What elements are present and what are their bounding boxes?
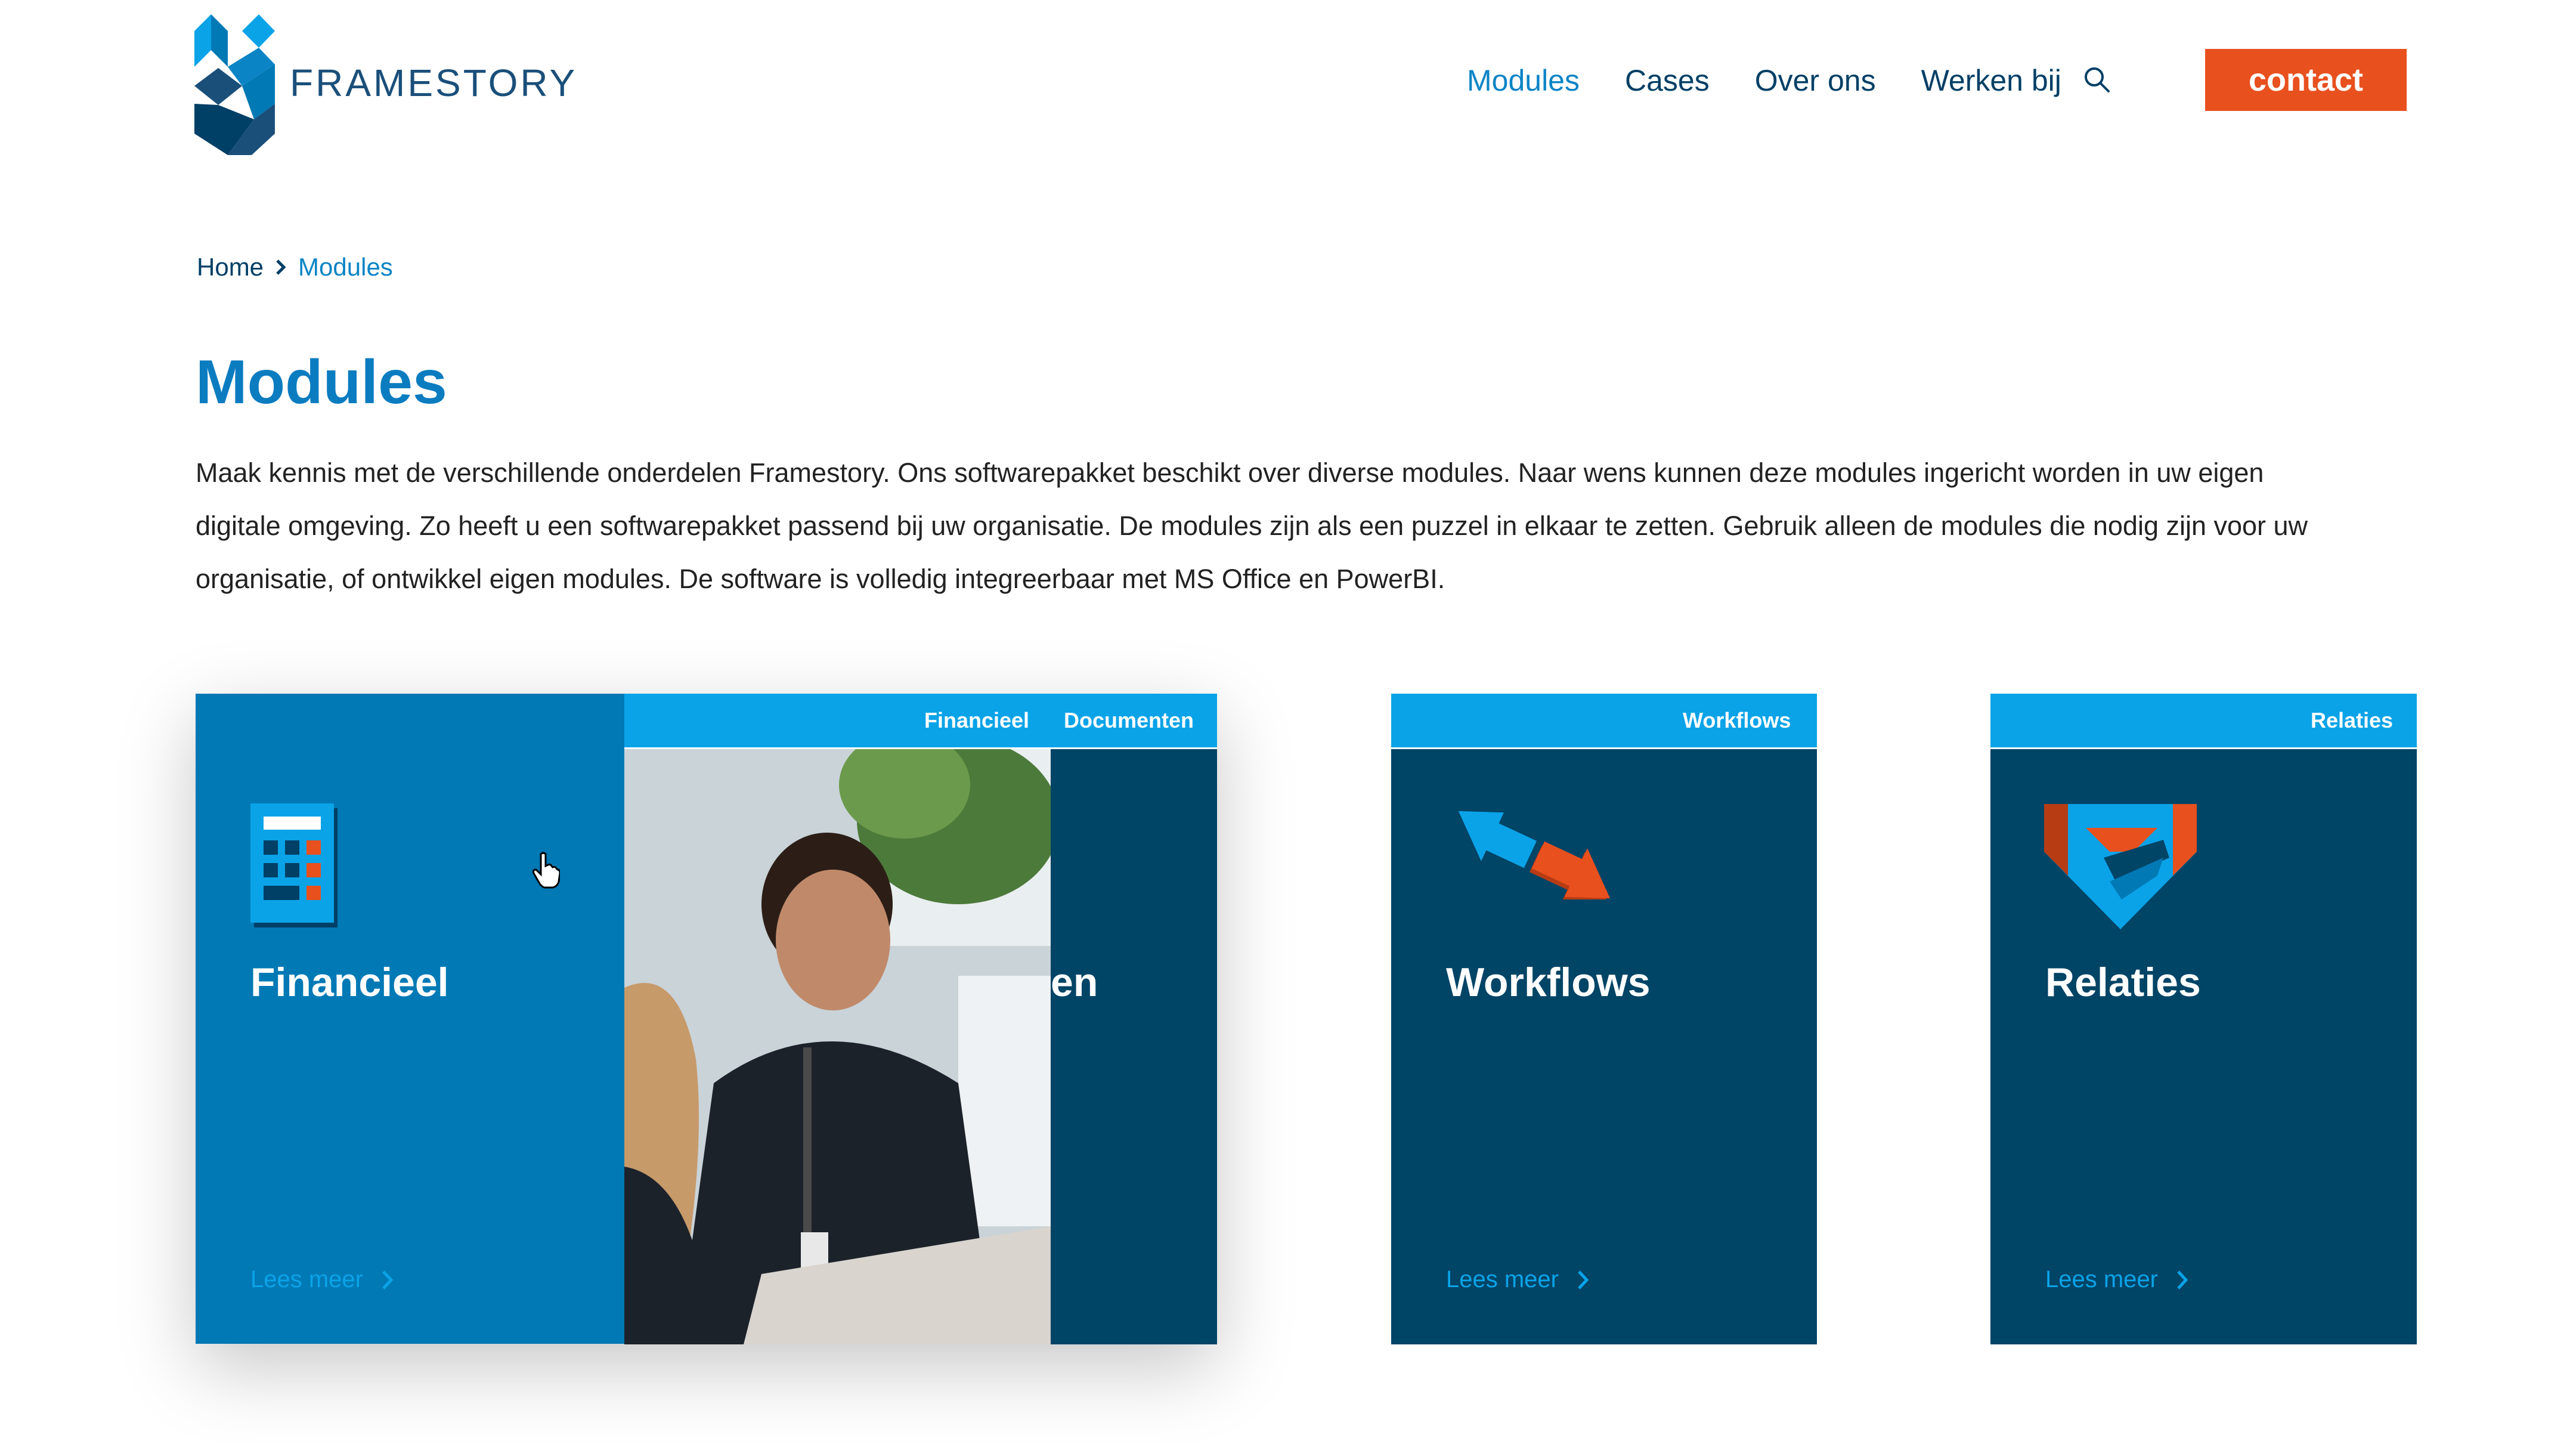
- breadcrumb-current: Modules: [298, 253, 393, 281]
- lees-meer-label: Lees meer: [250, 1266, 363, 1293]
- arrows-exchange-icon: [1458, 811, 1611, 899]
- nav-item-werken-bij[interactable]: Werken bij: [1921, 63, 2061, 98]
- card-financieel[interactable]: Financieel Lees meer: [196, 694, 624, 1344]
- intro-line: Maak kennis met de verschillende onderde…: [196, 457, 2264, 488]
- lees-meer-label: Lees meer: [1446, 1266, 1559, 1293]
- calculator-icon: [250, 803, 338, 927]
- card-title-partial: en: [1051, 960, 1098, 1005]
- lees-meer-label: Lees meer: [2045, 1266, 2158, 1293]
- card-title: Relaties: [2045, 960, 2201, 1005]
- intro-line: organisatie, of ontwikkel eigen modules.…: [196, 564, 1445, 594]
- card-tag-relaties: Relaties: [2311, 708, 2394, 732]
- team-photo: [624, 749, 1051, 1344]
- nav-item-modules[interactable]: Modules: [1467, 63, 1580, 98]
- page: FRAMESTORY Modules Cases Over ons Werken…: [0, 0, 2576, 1444]
- page-title: Modules: [196, 348, 447, 417]
- search-icon[interactable]: [2083, 66, 2110, 93]
- card-workflows[interactable]: Workflows Lees meer: [1391, 749, 1817, 1344]
- card-title: Workflows: [1446, 960, 1651, 1005]
- card-title: Financieel: [250, 960, 449, 1005]
- nav-item-over-ons[interactable]: Over ons: [1755, 63, 1876, 98]
- intro-line: digitale omgeving. Zo heeft u een softwa…: [196, 511, 2308, 541]
- brand-name: FRAMESTORY: [290, 61, 578, 104]
- card-tag-financieel: Financieel: [924, 708, 1030, 732]
- breadcrumb: Home Modules: [197, 253, 393, 282]
- chevron-right-icon: [276, 259, 286, 275]
- team-photo-image: [624, 749, 1051, 1344]
- breadcrumb-home-link[interactable]: Home: [197, 253, 264, 282]
- card-tag-workflows: Workflows: [1683, 708, 1791, 732]
- chevron-right-icon: [1578, 1270, 1589, 1290]
- contact-button[interactable]: contact: [2205, 49, 2407, 111]
- card-relaties[interactable]: Relaties Lees meer: [1990, 749, 2417, 1344]
- lees-meer-link[interactable]: Lees meer: [1446, 1266, 1590, 1293]
- card-documenten[interactable]: en: [1051, 749, 1217, 1344]
- lees-meer-link[interactable]: Lees meer: [250, 1266, 394, 1293]
- chevron-right-icon: [382, 1270, 394, 1290]
- intro-text: Maak kennis met de verschillende onderde…: [196, 446, 2414, 605]
- nav-item-cases[interactable]: Cases: [1625, 63, 1710, 98]
- brand-logo[interactable]: FRAMESTORY: [194, 14, 575, 157]
- framestory-logo-icon: [194, 14, 275, 155]
- lees-meer-link[interactable]: Lees meer: [2045, 1266, 2189, 1293]
- handshake-icon: [2044, 804, 2197, 929]
- card-tag-documenten: Documenten: [1064, 708, 1194, 732]
- main-nav: Modules Cases Over ons Werken bij: [1467, 60, 2107, 101]
- pointer-cursor-icon: [532, 852, 560, 889]
- chevron-right-icon: [2177, 1270, 2188, 1290]
